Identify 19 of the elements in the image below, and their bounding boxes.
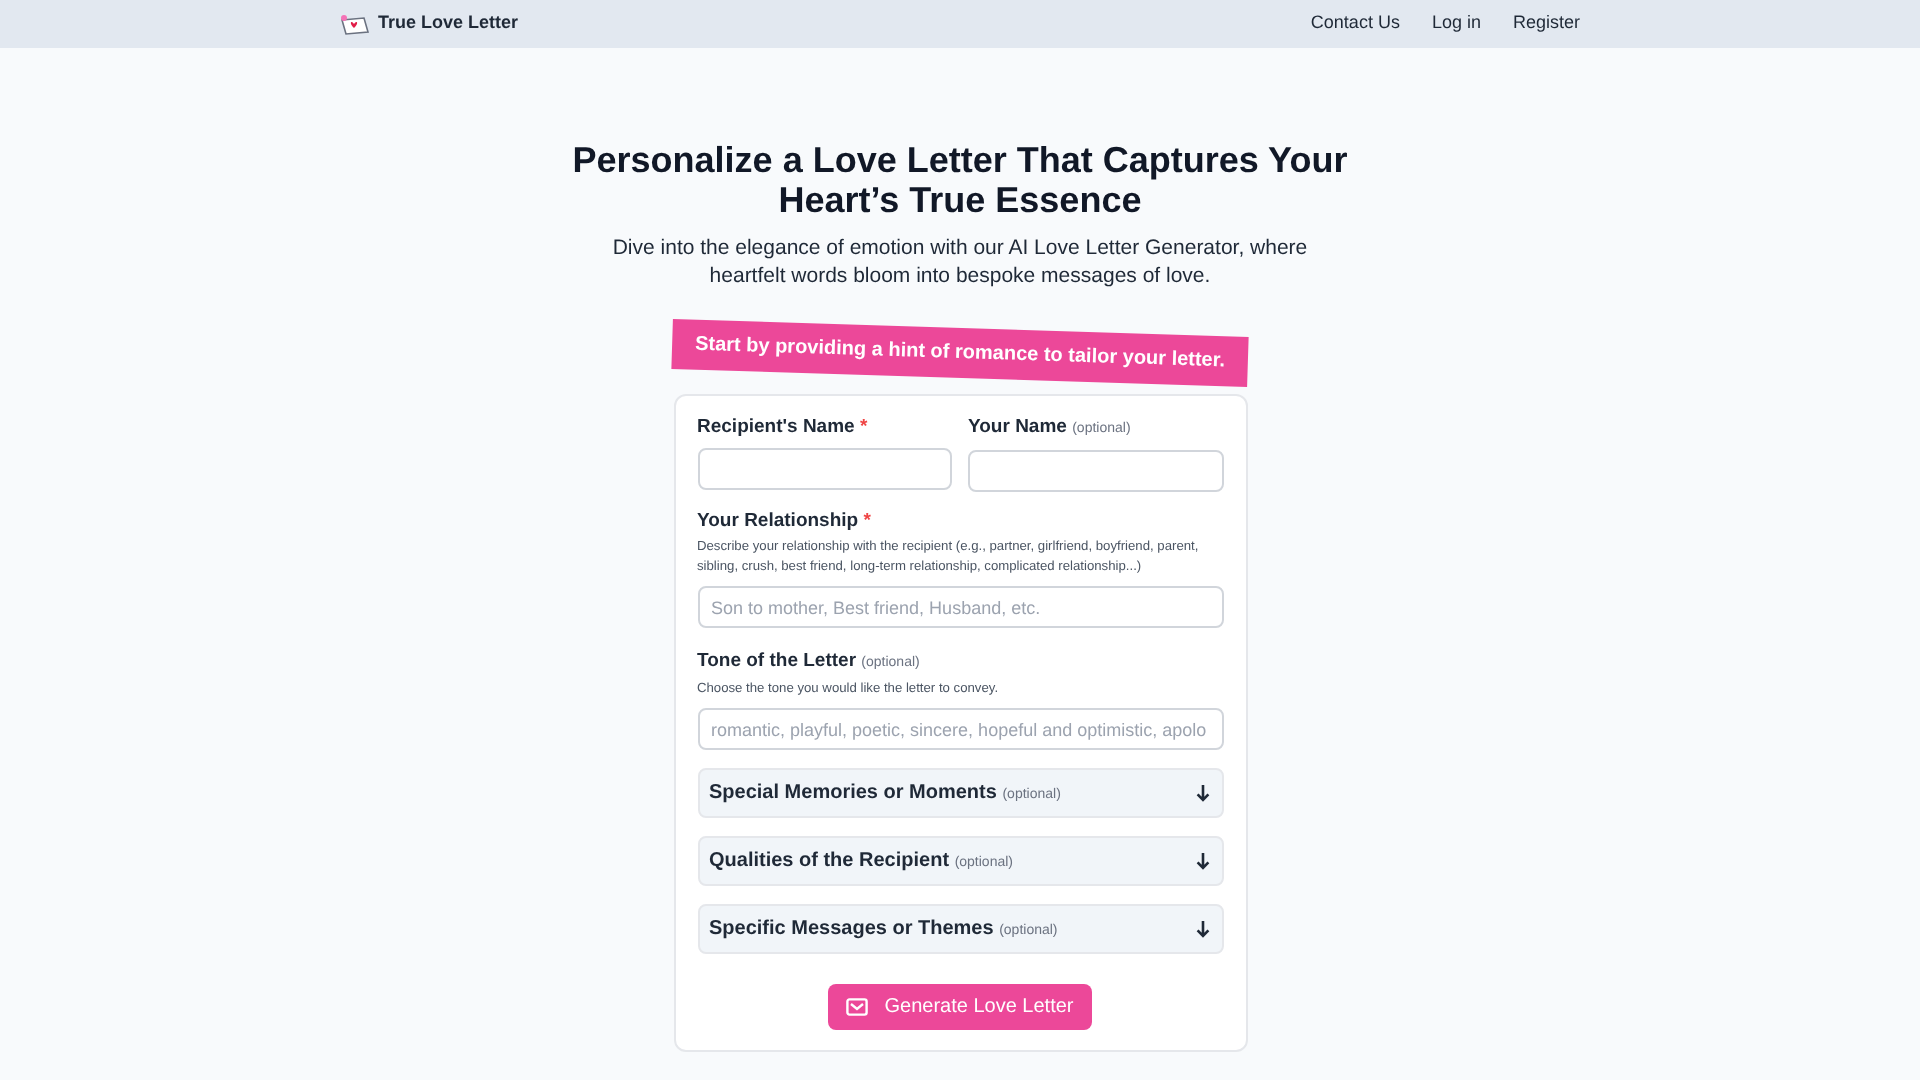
page-title: Personalize a Love Letter That Captures Your Heart’s True Essence bbox=[570, 140, 1350, 220]
arrow-icon bbox=[1195, 784, 1209, 802]
nav-link[interactable]: Register bbox=[1512, 10, 1580, 38]
brand-name[interactable]: True Love Letter bbox=[378, 10, 519, 38]
arrow-icon bbox=[1195, 920, 1209, 938]
banner: Start by providing a hint of romance to tailor your letter. bbox=[671, 318, 1249, 388]
page-subtitle: Dive into the elegance of emotion with our AI Love Letter Generator, where heartfelt words bloom into bespoke messages of love. bbox=[610, 234, 1310, 290]
field-label: Recipient's Name * bbox=[697, 416, 870, 440]
nav-link[interactable]: Log in bbox=[1431, 10, 1481, 38]
text-field[interactable] bbox=[968, 450, 1223, 492]
arrow-icon bbox=[1195, 852, 1209, 870]
envelope-icon bbox=[846, 998, 869, 1016]
nav-link[interactable]: Contact Us bbox=[1310, 10, 1400, 38]
generate-button[interactable]: Generate Love Letter bbox=[828, 984, 1092, 1030]
field-label: Your Relationship * bbox=[697, 510, 873, 534]
text-field[interactable]: romantic, playful, poetic, sincere, hopeful and optimistic, apolo bbox=[697, 708, 1223, 750]
text-field[interactable] bbox=[697, 448, 952, 490]
text-field[interactable]: Son to mother, Best friend, Husband, etc. bbox=[697, 586, 1223, 628]
logo-icon bbox=[340, 13, 370, 35]
